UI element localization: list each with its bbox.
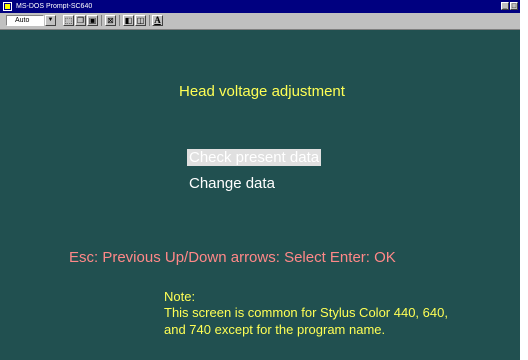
toolbar-separator	[101, 15, 102, 26]
background-icon[interactable]: ◫	[135, 15, 146, 26]
menu-item-label: Check present data	[189, 149, 320, 166]
toolbar-separator	[119, 15, 120, 26]
window-controls: _ □	[501, 2, 518, 10]
msdos-icon[interactable]	[3, 2, 12, 11]
font-button[interactable]: A	[152, 15, 163, 26]
note-line-2: and 740 except for the program name.	[164, 322, 386, 337]
menu-item-check-present-data[interactable]: Check present data	[187, 149, 322, 166]
paste-icon[interactable]: ▣	[87, 15, 98, 26]
restore-button[interactable]: □	[510, 2, 518, 10]
screen-heading: Head voltage adjustment	[179, 83, 345, 100]
font-size-select[interactable]: Auto	[6, 15, 44, 26]
key-help-line: Esc: Previous Up/Down arrows: Select Ent…	[69, 249, 396, 266]
title-bar[interactable]: MS-DOS Prompt-SC640 _ □	[0, 0, 520, 13]
page-margin	[520, 0, 528, 360]
copy-icon[interactable]: ❐	[75, 15, 86, 26]
msdos-window: MS-DOS Prompt-SC640 _ □ Auto ▼ ⬚ ❐ ▣ ⊠ ◧…	[0, 0, 520, 360]
minimize-button[interactable]: _	[501, 2, 509, 10]
menu-item-change-data[interactable]: Change data	[189, 175, 275, 192]
note-line-1: This screen is common for Stylus Color 4…	[164, 305, 448, 320]
fullscreen-icon[interactable]: ⊠	[105, 15, 116, 26]
toolbar-separator	[149, 15, 150, 26]
chevron-down-icon[interactable]: ▼	[45, 15, 56, 26]
note-label: Note:	[164, 289, 196, 304]
toolbar: Auto ▼ ⬚ ❐ ▣ ⊠ ◧ ◫ A	[0, 13, 520, 30]
dos-screen[interactable]: Head voltage adjustment Check present da…	[0, 30, 520, 360]
mark-icon[interactable]: ⬚	[63, 15, 74, 26]
window-title: MS-DOS Prompt-SC640	[16, 3, 93, 10]
properties-icon[interactable]: ◧	[123, 15, 134, 26]
